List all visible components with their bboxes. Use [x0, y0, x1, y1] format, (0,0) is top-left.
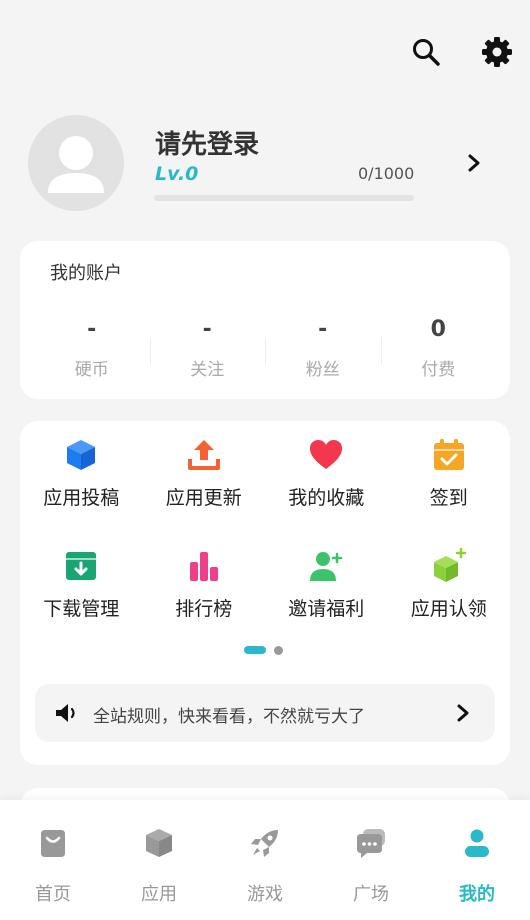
search-icon[interactable]	[410, 36, 442, 68]
upload-icon	[187, 440, 220, 470]
account-title: 我的账户	[50, 263, 122, 284]
rocket-icon	[251, 830, 278, 857]
nav-label: 应用	[141, 884, 177, 905]
feature-favorites[interactable]: 我的收藏	[265, 437, 388, 510]
bottom-nav: 首页 应用 游戏 广场 我的	[0, 800, 530, 920]
nav-apps[interactable]: 应用	[106, 800, 212, 920]
login-prompt[interactable]: 请先登录	[155, 124, 259, 161]
stat-following[interactable]: - 关注	[149, 313, 266, 383]
chat-icon	[357, 829, 385, 858]
cube-icon	[67, 440, 96, 470]
feature-app-update[interactable]: 应用更新	[143, 437, 266, 510]
page-dot[interactable]	[274, 645, 283, 655]
chevron-right-icon[interactable]	[455, 703, 471, 723]
stat-paid[interactable]: 0 付费	[380, 313, 497, 383]
stat-value: -	[87, 317, 97, 342]
cube-plus-icon	[433, 548, 466, 582]
stat-label: 付费	[421, 360, 456, 380]
stat-label: 关注	[190, 360, 225, 380]
stat-label: 粉丝	[305, 360, 340, 380]
speaker-icon	[56, 704, 75, 722]
feature-label: 应用投稿	[43, 487, 120, 509]
stat-label: 硬币	[74, 360, 109, 380]
feature-label: 签到	[429, 487, 468, 509]
feature-downloads[interactable]: 下载管理	[20, 548, 143, 621]
gear-icon[interactable]	[481, 36, 513, 68]
feature-app-submit[interactable]: 应用投稿	[20, 437, 143, 510]
person-icon	[465, 829, 489, 857]
exp-progress-bar	[154, 195, 414, 201]
feature-label: 下载管理	[43, 598, 120, 620]
nav-label: 广场	[353, 884, 389, 905]
nav-games[interactable]: 游戏	[212, 800, 318, 920]
feature-grid: 应用投稿 应用更新 我的收藏 签到 下载管理 排行榜 邀请福利 应用认领	[20, 437, 510, 621]
account-stats: - 硬币 - 关注 - 粉丝 0 付费	[20, 313, 510, 383]
nav-home[interactable]: 首页	[0, 800, 106, 920]
feature-checkin[interactable]: 签到	[388, 437, 511, 510]
heart-icon	[310, 440, 343, 469]
user-level: Lv.0	[155, 163, 199, 185]
feature-label: 应用更新	[165, 487, 242, 509]
stat-fans[interactable]: - 粉丝	[265, 313, 381, 383]
nav-label: 我的	[459, 884, 495, 905]
feature-label: 排行榜	[175, 598, 233, 620]
nav-label: 首页	[35, 884, 71, 905]
notice-text: 全站规则，快来看看，不然就亏大了	[93, 707, 365, 727]
bar-chart-icon	[189, 552, 218, 581]
avatar[interactable]	[28, 115, 124, 211]
page-indicator	[244, 645, 283, 655]
default-avatar-icon	[48, 136, 104, 193]
account-card: 我的账户 - 硬币 - 关注 - 粉丝 0 付费	[20, 241, 510, 399]
stat-value: -	[202, 317, 212, 342]
stat-value: 0	[430, 317, 446, 342]
calendar-check-icon	[433, 439, 464, 470]
add-user-icon	[310, 552, 343, 581]
chevron-right-icon[interactable]	[464, 152, 484, 174]
feature-invite[interactable]: 邀请福利	[265, 548, 388, 621]
profile-header[interactable]: 请先登录 Lv.0 0/1000	[0, 100, 530, 230]
top-bar	[0, 0, 530, 100]
feature-app-claim[interactable]: 应用认领	[388, 548, 511, 621]
feature-ranking[interactable]: 排行榜	[143, 548, 266, 621]
nav-label: 游戏	[247, 884, 283, 905]
stat-coins[interactable]: - 硬币	[34, 313, 150, 383]
features-card: 应用投稿 应用更新 我的收藏 签到 下载管理 排行榜 邀请福利 应用认领 全站规…	[20, 421, 510, 765]
feature-label: 应用认领	[410, 598, 487, 620]
page-dot-active[interactable]	[244, 646, 266, 654]
stat-value: -	[318, 317, 328, 342]
download-box-icon	[66, 552, 97, 580]
exp-text: 0/1000	[358, 164, 415, 183]
bag-icon	[41, 830, 65, 857]
nav-square[interactable]: 广场	[318, 800, 424, 920]
nav-mine[interactable]: 我的	[424, 800, 530, 920]
feature-label: 邀请福利	[288, 598, 365, 620]
notice-bar[interactable]: 全站规则，快来看看，不然就亏大了	[35, 684, 495, 742]
box-icon	[146, 829, 172, 857]
feature-label: 我的收藏	[288, 487, 365, 509]
